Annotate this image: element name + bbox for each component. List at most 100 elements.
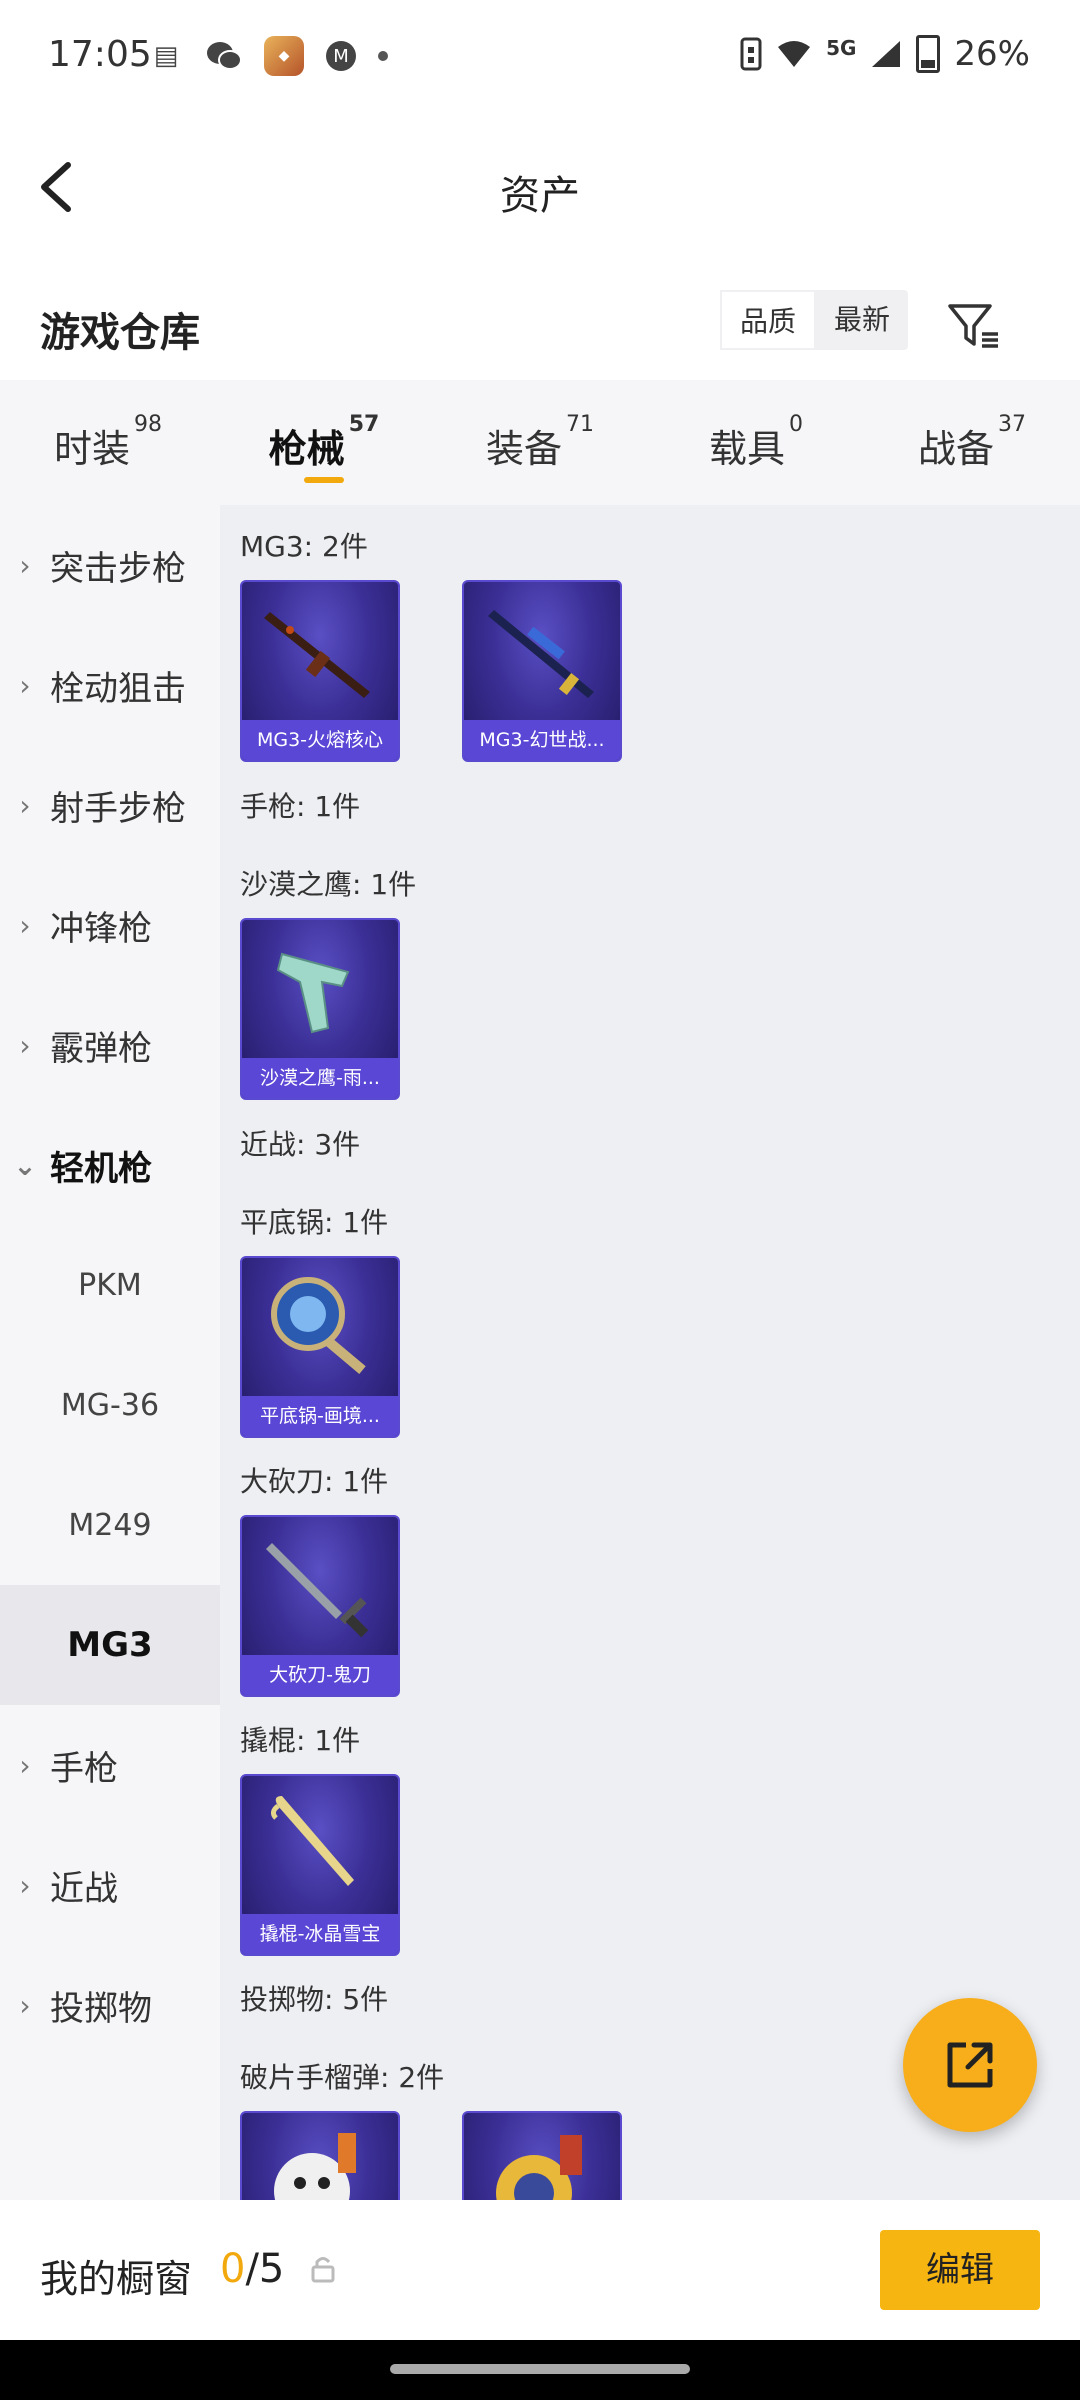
sidebar-item-label: 手枪 <box>50 1748 118 1789</box>
home-gesture-handle[interactable] <box>390 2364 690 2374</box>
page-title: 资产 <box>500 173 580 219</box>
item-card[interactable]: 大砍刀-鬼刀 <box>240 1515 400 1697</box>
sidebar-item-smg[interactable]: › 冲锋枪 <box>0 865 220 985</box>
sidebar-item-assault-rifle[interactable]: › 突击步枪 <box>0 505 220 625</box>
filter-icon <box>948 304 998 348</box>
wechat-icon <box>206 38 242 74</box>
filter-button[interactable] <box>940 290 1010 360</box>
item-card-label: 平底锅-画境... <box>242 1396 398 1436</box>
item-card-label: MG3-幻世战... <box>464 720 620 760</box>
chevron-right-icon: › <box>19 1028 31 1062</box>
motorola-icon: M <box>326 41 356 71</box>
chevron-right-icon: › <box>19 908 31 942</box>
frying-pan-icon <box>271 1277 366 1374</box>
tab-count: 37 <box>998 412 1026 437</box>
item-card-label: MG3-火熔核心 <box>242 720 398 760</box>
showcase-bar: 我的橱窗 0/5 编辑 <box>0 2200 1080 2340</box>
showcase-total: /5 <box>245 2246 285 2292</box>
showcase-current: 0 <box>220 2246 246 2292</box>
status-right: 5G 26% <box>740 34 1030 74</box>
item-list: MG3: 2件 MG3-火熔核心 MG3-幻世战... 手枪: 1件 沙漠之鹰:… <box>220 505 1080 2200</box>
group-heading: 手枪: 1件 <box>240 790 361 823</box>
game-app-icon: ◆ <box>264 36 304 76</box>
sidebar-item-label: 冲锋枪 <box>50 908 152 949</box>
grenade-icon <box>496 2135 582 2200</box>
sidebar-item-label: 突击步枪 <box>50 548 186 589</box>
tab-firearms[interactable]: 枪械57 <box>216 380 432 505</box>
tab-label: 时装 <box>53 427 130 471</box>
chevron-right-icon: › <box>19 788 31 822</box>
wifi-icon <box>778 41 811 67</box>
chevron-down-icon: ⌄ <box>13 1148 37 1182</box>
sidebar-item-marksman-rifle[interactable]: › 射手步枪 <box>0 745 220 865</box>
group-heading: 投掷物: 5件 <box>240 1983 389 2016</box>
sort-toggle: 品质 最新 <box>720 290 909 350</box>
sidebar-item-shotgun[interactable]: › 霰弹枪 <box>0 985 220 1105</box>
sidebar-item-melee[interactable]: › 近战 <box>0 1825 220 1945</box>
item-card[interactable]: 撬棍-冰晶雪宝 <box>240 1774 400 1956</box>
tab-label: 装备 <box>485 427 562 471</box>
tab-vehicles[interactable]: 载具0 <box>648 380 864 505</box>
tab-count: 71 <box>566 412 594 437</box>
tab-count: 98 <box>134 412 162 437</box>
sidebar-item-label: 霰弹枪 <box>50 1028 152 1069</box>
sort-quality-button[interactable]: 品质 <box>720 290 817 350</box>
machine-gun-icon <box>488 610 594 698</box>
tab-label: 战备 <box>917 427 994 471</box>
share-fab[interactable] <box>903 1998 1037 2132</box>
external-link-icon <box>947 2042 993 2088</box>
item-card[interactable] <box>240 2111 400 2200</box>
sidebar-item-label: 射手步枪 <box>50 788 186 829</box>
tab-fashion[interactable]: 时装98 <box>0 380 216 505</box>
item-card[interactable]: MG3-火熔核心 <box>240 580 400 762</box>
sidebar-item-bolt-sniper[interactable]: › 栓动狙击 <box>0 625 220 745</box>
more-notifications-icon <box>378 51 388 61</box>
item-card-label: 撬棍-冰晶雪宝 <box>242 1914 398 1954</box>
system-nav-bar <box>0 2340 1080 2400</box>
battery-icon <box>916 35 941 73</box>
warehouse-title: 游戏仓库 <box>40 310 200 356</box>
sidebar-item-lmg[interactable]: ⌄ 轻机枪 <box>0 1105 220 1225</box>
sidebar-item-pistol[interactable]: › 手枪 <box>0 1705 220 1825</box>
item-card[interactable]: MG3-幻世战... <box>462 580 622 762</box>
group-heading: 破片手榴弹: 2件 <box>240 2061 445 2094</box>
status-bar: 17:05 ▤ ◆ M 5G 26% <box>0 0 1080 115</box>
item-card-label: 大砍刀-鬼刀 <box>242 1655 398 1695</box>
group-heading: 近战: 3件 <box>240 1128 361 1161</box>
sidebar-item-throwable[interactable]: › 投掷物 <box>0 1945 220 2065</box>
category-tabs: 时装98 枪械57 装备71 载具0 战备37 <box>0 380 1080 505</box>
sidebar-subitem-m249[interactable]: M249 <box>0 1465 220 1585</box>
sidebar-subitem-pkm[interactable]: PKM <box>0 1225 220 1345</box>
tab-count: 0 <box>789 412 803 437</box>
tab-supplies[interactable]: 战备37 <box>864 380 1080 505</box>
sidebar-item-label: 近战 <box>50 1868 118 1909</box>
chevron-right-icon: › <box>19 1868 31 1902</box>
group-heading: 撬棍: 1件 <box>240 1724 361 1757</box>
item-card[interactable]: 沙漠之鹰-雨... <box>240 918 400 1100</box>
group-heading: 大砍刀: 1件 <box>240 1465 389 1498</box>
pistol-icon <box>276 952 350 1034</box>
machete-icon <box>266 1543 369 1638</box>
item-card[interactable] <box>462 2111 622 2200</box>
sidebar-subitem-mg3[interactable]: MG3 <box>0 1585 220 1705</box>
sidebar-subitem-mg36[interactable]: MG-36 <box>0 1345 220 1465</box>
chevron-right-icon: › <box>19 1988 31 2022</box>
battery-percent: 26% <box>954 34 1030 74</box>
sort-latest-button[interactable]: 最新 <box>816 290 908 350</box>
grenade-icon <box>274 2133 356 2200</box>
notification-icons: ▤ ◆ M <box>148 36 388 76</box>
item-card[interactable]: 平底锅-画境... <box>240 1256 400 1438</box>
tab-label: 枪械 <box>268 427 345 471</box>
chevron-right-icon: › <box>19 668 31 702</box>
sidebar-item-label: 投掷物 <box>50 1988 152 2029</box>
sidebar-item-label: 栓动狙击 <box>50 668 186 709</box>
signal-icon <box>872 41 901 67</box>
machine-gun-icon <box>264 612 370 698</box>
group-heading: 沙漠之鹰: 1件 <box>240 868 417 901</box>
group-heading: MG3: 2件 <box>240 530 368 563</box>
message-icon: ▤ <box>153 41 179 71</box>
chevron-right-icon: › <box>19 1748 31 1782</box>
edit-button[interactable]: 编辑 <box>880 2230 1040 2310</box>
network-type: 5G <box>826 36 857 60</box>
tab-equipment[interactable]: 装备71 <box>432 380 648 505</box>
